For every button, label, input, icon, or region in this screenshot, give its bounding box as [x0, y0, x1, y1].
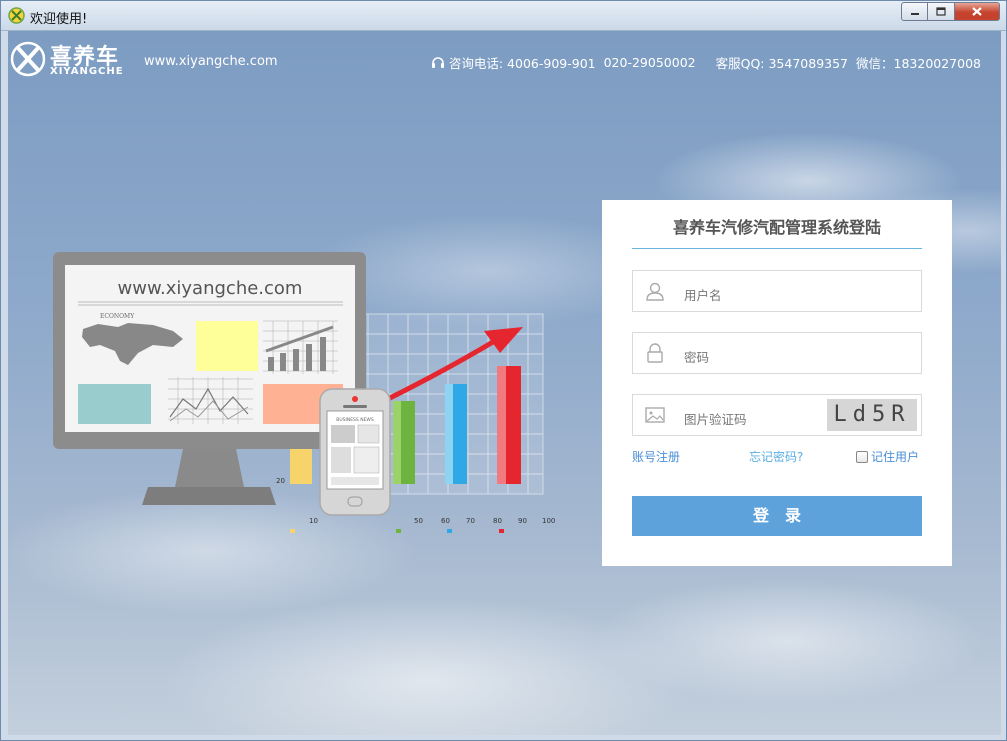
checkbox-box[interactable]: [855, 450, 868, 463]
login-button[interactable]: 登录: [632, 496, 922, 536]
remember-user-label: 记住用户: [870, 450, 919, 464]
close-button[interactable]: [955, 2, 1000, 21]
remember-user-checkbox[interactable]: 记住用户: [855, 448, 919, 465]
brand-x-icon: [10, 41, 46, 77]
title-divider: [632, 248, 922, 249]
phone-label: 咨询电话: 4006-909-901: [448, 56, 596, 71]
maximize-button[interactable]: [928, 2, 955, 21]
minimize-icon: [910, 12, 919, 15]
username-placeholder: 用户名: [684, 288, 722, 303]
x-tick-90: 90: [518, 517, 527, 525]
username-field[interactable]: 用户名: [632, 270, 922, 312]
minimize-button[interactable]: [901, 2, 928, 21]
header: 喜养车 XIYANGCHE www.xiyangche.com 咨询电话: 40…: [8, 31, 1001, 91]
x-tick-70: 70: [466, 517, 475, 525]
phone-2: 020-29050002: [603, 55, 696, 70]
window-title: 欢迎使用!: [30, 12, 88, 27]
business-news-label: BUSINESS NEWS: [336, 417, 374, 423]
x-tick-100: 100: [542, 517, 555, 525]
monitor-url-text: www.xiyangche.com: [118, 278, 303, 299]
brand-name-en: XIYANGCHE: [50, 66, 124, 77]
x-tick-80: 80: [493, 517, 502, 525]
economy-label: ECONOMY: [100, 313, 135, 320]
register-link[interactable]: 账号注册: [632, 448, 680, 465]
x-tick-10: 10: [309, 517, 318, 525]
y-tick-label: 20: [276, 477, 285, 485]
chart-legend-dots: [290, 529, 504, 533]
x-tick-50: 50: [414, 517, 423, 525]
captcha-field[interactable]: 图片验证码 Ld5R: [632, 394, 922, 436]
maximize-icon: [936, 7, 946, 16]
phone-graphic: BUSINESS NEWS: [319, 388, 391, 516]
login-panel: 喜养车汽修汽配管理系统登陆 用户名 密码 图片验证码 Ld5R 账号注册 忘记密…: [602, 200, 952, 566]
app-window: 欢迎使用! 喜养车 XIYANGCHE www.xiyangche.com 咨询…: [0, 0, 1007, 741]
lock-icon: [647, 343, 663, 363]
captcha-image[interactable]: Ld5R: [827, 399, 917, 431]
monitor-graphic: www.xiyangche.com ECONOMY: [53, 252, 366, 505]
window-controls: [901, 2, 1000, 21]
password-field[interactable]: 密码: [632, 332, 922, 374]
forgot-password-link[interactable]: 忘记密码?: [749, 448, 803, 465]
hero-illustration: 20 10 50 60 70 80 90 100 www.xiyangche.c…: [53, 252, 555, 533]
bar-yellow: [290, 444, 312, 484]
close-icon: [972, 7, 982, 16]
password-placeholder: 密码: [684, 350, 710, 365]
login-links: 账号注册 忘记密码? 记住用户: [632, 448, 922, 466]
contact-info: 咨询电话: 4006-909-901 020-29050002 客服QQ: 35…: [431, 53, 981, 72]
image-icon: [645, 407, 665, 423]
main-content: 喜养车 XIYANGCHE www.xiyangche.com 咨询电话: 40…: [8, 31, 1001, 735]
headset-icon: [431, 56, 444, 68]
captcha-placeholder: 图片验证码: [684, 412, 747, 427]
title-bar[interactable]: 欢迎使用!: [1, 1, 1006, 31]
site-url: www.xiyangche.com: [144, 54, 278, 69]
app-logo-icon: [8, 7, 25, 24]
user-icon: [646, 282, 664, 301]
qq-info: 客服QQ: 3547089357: [715, 56, 849, 71]
x-tick-60: 60: [441, 517, 450, 525]
login-title: 喜养车汽修汽配管理系统登陆: [672, 218, 881, 237]
wechat-info: 微信：18320027008: [856, 56, 981, 71]
brand-logo: 喜养车 XIYANGCHE: [10, 39, 130, 81]
